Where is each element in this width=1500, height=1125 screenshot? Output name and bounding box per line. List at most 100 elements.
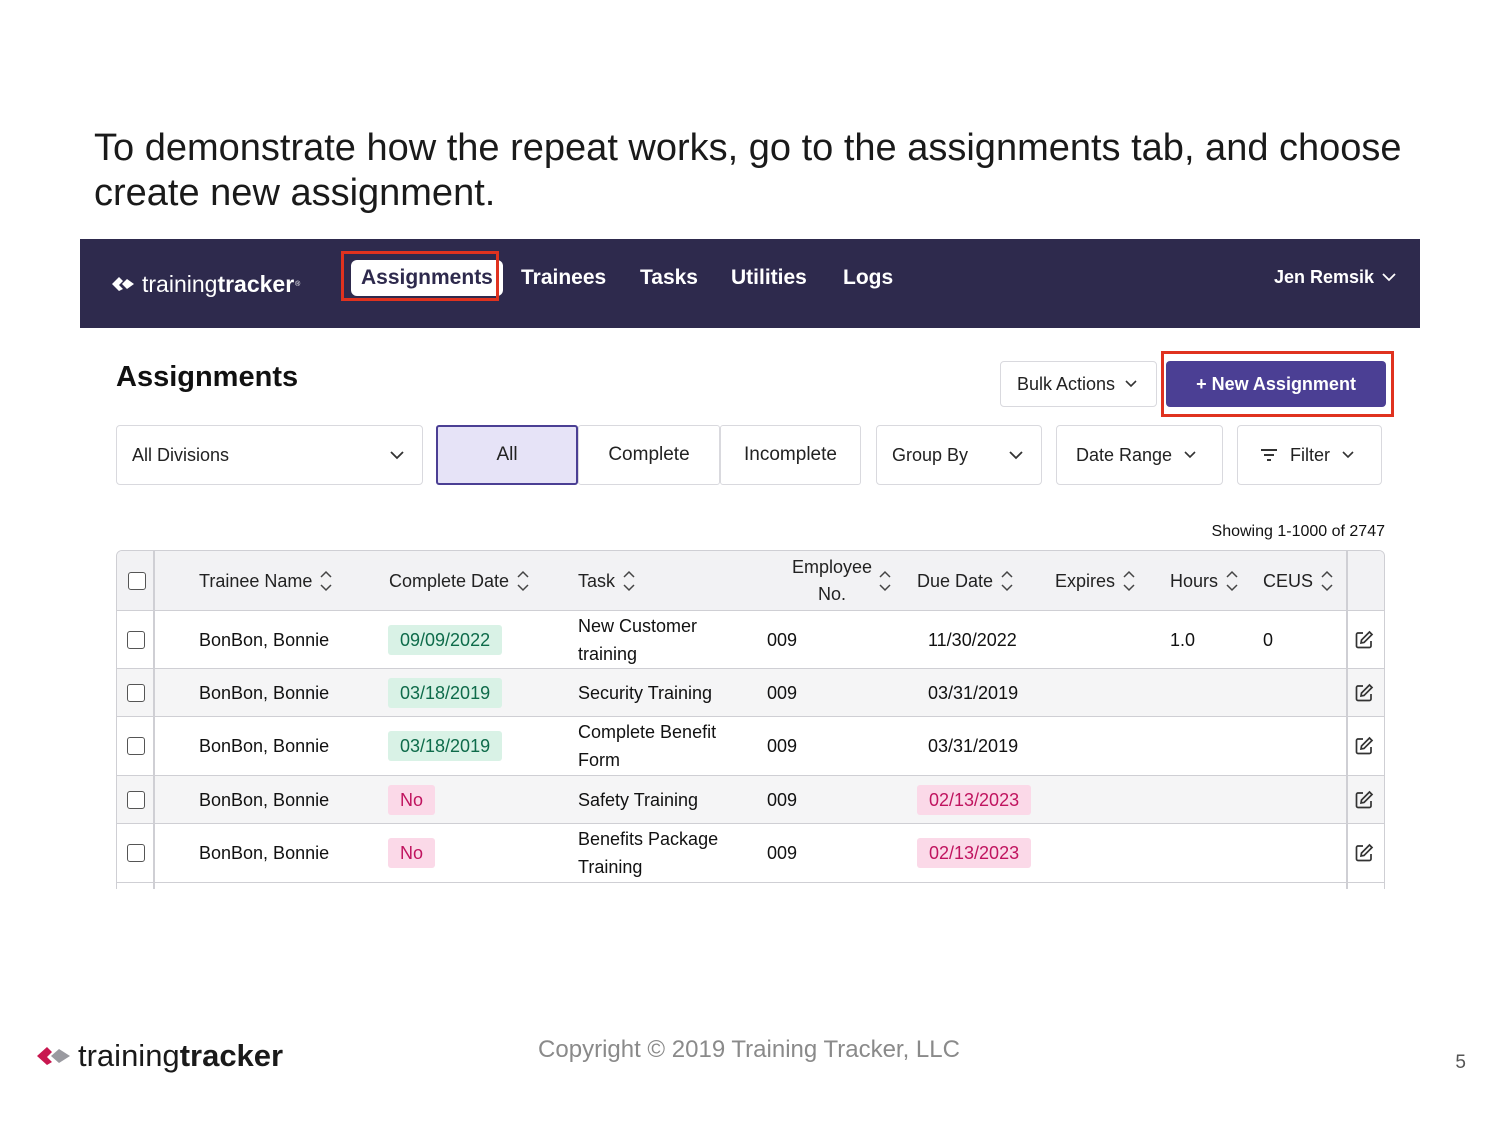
column-employee-no[interactable]: Employee No. [767, 551, 897, 611]
sort-icon [1226, 570, 1238, 592]
tab-tasks[interactable]: Tasks [640, 260, 698, 296]
chevron-down-icon [1382, 273, 1396, 282]
status-filter-all[interactable]: All [436, 425, 578, 485]
status-filter-complete[interactable]: Complete [578, 425, 720, 485]
table-row[interactable]: BonBon, Bonnie 09/09/2022 New Customer t… [117, 611, 1384, 669]
copyright-label: Copyright © 2019 Training Tracker, LLC [538, 1036, 960, 1063]
status-filter-incomplete[interactable]: Incomplete [720, 425, 861, 485]
status-filter-group: All Complete Incomplete [436, 425, 861, 485]
division-select[interactable]: All Divisions [116, 425, 423, 485]
trainee-name[interactable]: BonBon, Bonnie [199, 669, 329, 716]
column-task[interactable]: Task [578, 551, 635, 611]
column-ceus[interactable]: CEUS [1263, 551, 1333, 611]
row-checkbox[interactable] [127, 737, 145, 755]
column-label-line1: Employee [791, 557, 873, 577]
filter-button[interactable]: Filter [1237, 425, 1382, 485]
complete-date-cell: 03/18/2019 [388, 669, 503, 716]
sort-icon [1123, 570, 1135, 592]
user-menu[interactable]: Jen Remsik [1274, 267, 1396, 288]
employee-no: 009 [767, 682, 798, 703]
hours: 1.0 [1170, 629, 1196, 650]
complete-date-cell: No [388, 776, 436, 823]
complete-date-cell: 03/18/2019 [388, 717, 503, 775]
row-checkbox[interactable] [127, 683, 145, 702]
task-name[interactable]: Security Training [578, 669, 712, 716]
trainee-name[interactable]: BonBon, Bonnie [199, 717, 329, 775]
edit-cell [1354, 776, 1374, 823]
edit-icon[interactable] [1354, 843, 1374, 863]
row-select-cell [127, 776, 145, 823]
row-select-cell [127, 717, 145, 775]
due-date-cell: 02/13/2023 [917, 824, 1032, 882]
complete-date-cell: 09/09/2022 [388, 611, 503, 668]
edit-cell [1354, 717, 1374, 775]
table-row[interactable]: BonBon, Bonnie No Benefits Package Train… [117, 824, 1384, 883]
column-label: Expires [1055, 570, 1116, 591]
due-date: 11/30/2022 [928, 629, 1017, 650]
overdue-date-badge: 02/13/2023 [917, 838, 1032, 868]
column-expires[interactable]: Expires [1055, 551, 1135, 611]
edit-icon[interactable] [1354, 736, 1374, 756]
division-select-value: All Divisions [132, 444, 230, 465]
trainee-name[interactable]: BonBon, Bonnie [199, 611, 329, 668]
copyright-text: Copyright © 2019 Training Tracker, LLC [0, 1036, 1500, 1064]
edit-icon[interactable] [1354, 790, 1374, 810]
group-by-select[interactable]: Group By [876, 425, 1042, 485]
user-name: Jen Remsik [1273, 267, 1374, 287]
tab-logs[interactable]: Logs [843, 260, 893, 296]
complete-date-badge: 09/09/2022 [388, 624, 503, 655]
sort-icon [879, 570, 891, 592]
edit-icon[interactable] [1354, 630, 1374, 650]
row-select-cell [127, 669, 145, 716]
app-logo[interactable]: training tracker ® [110, 269, 300, 299]
edit-icon[interactable] [1354, 683, 1374, 703]
trainee-name[interactable]: BonBon, Bonnie [199, 776, 329, 823]
column-label: Trainee Name [199, 570, 313, 591]
column-divider [153, 551, 155, 889]
table-row[interactable]: BonBon, Bonnie 03/18/2019 Complete Benef… [117, 717, 1384, 776]
table-row[interactable]: BonBon, Bonnie No Safety Training 009 02… [117, 776, 1384, 824]
row-checkbox[interactable] [127, 790, 145, 809]
overdue-date-badge: 02/13/2023 [917, 784, 1032, 815]
edit-cell [1354, 611, 1374, 668]
column-complete-date[interactable]: Complete Date [389, 551, 529, 611]
edit-cell [1354, 669, 1374, 716]
sort-icon [1001, 570, 1013, 592]
row-select-cell [127, 611, 145, 668]
task-cell[interactable]: Complete Benefit Form [578, 717, 716, 775]
row-checkbox[interactable] [127, 844, 145, 862]
column-hours[interactable]: Hours [1170, 551, 1238, 611]
date-range-select[interactable]: Date Range [1056, 425, 1223, 485]
new-assignment-button[interactable]: + New Assignment [1166, 361, 1386, 407]
assignments-table: Trainee Name Complete Date Task Employee… [116, 550, 1385, 889]
task-name-line1: Benefits Package [578, 829, 719, 849]
column-due-date[interactable]: Due Date [917, 551, 1013, 611]
column-divider [1346, 551, 1348, 889]
employee-no: 009 [767, 629, 798, 650]
table-row[interactable]: BonBon, Bonnie 03/18/2019 Security Train… [117, 669, 1384, 717]
complete-date-badge: 03/18/2019 [388, 677, 503, 708]
row-select-cell [127, 824, 145, 882]
tab-utilities[interactable]: Utilities [731, 260, 807, 296]
select-all-checkbox[interactable] [128, 572, 146, 590]
column-label: CEUS [1263, 570, 1314, 591]
task-name-line2: Form [578, 750, 620, 770]
sort-icon [623, 570, 635, 592]
slide-heading: To demonstrate how the repeat works, go … [94, 127, 1402, 214]
column-label: Complete Date [389, 570, 510, 591]
tab-trainees[interactable]: Trainees [521, 260, 606, 296]
row-checkbox[interactable] [127, 630, 145, 649]
column-trainee-name[interactable]: Trainee Name [199, 551, 332, 611]
tab-assignments[interactable]: Assignments [351, 260, 503, 296]
logo-text-light: training [142, 270, 218, 297]
task-name[interactable]: Safety Training [578, 776, 698, 823]
top-navigation: training tracker ® Assignments Trainees Ta… [80, 239, 1420, 328]
task-cell[interactable]: Benefits Package Training [578, 824, 718, 882]
task-cell[interactable]: New Customer training [578, 611, 697, 668]
bulk-actions-button[interactable]: Bulk Actions [1000, 361, 1157, 407]
employee-sort-cell[interactable] [879, 551, 891, 611]
trainee-name[interactable]: BonBon, Bonnie [199, 824, 329, 882]
select-all-cell [128, 551, 146, 611]
bulk-actions-label: Bulk Actions [1017, 373, 1116, 394]
employee-no: 009 [767, 736, 798, 756]
